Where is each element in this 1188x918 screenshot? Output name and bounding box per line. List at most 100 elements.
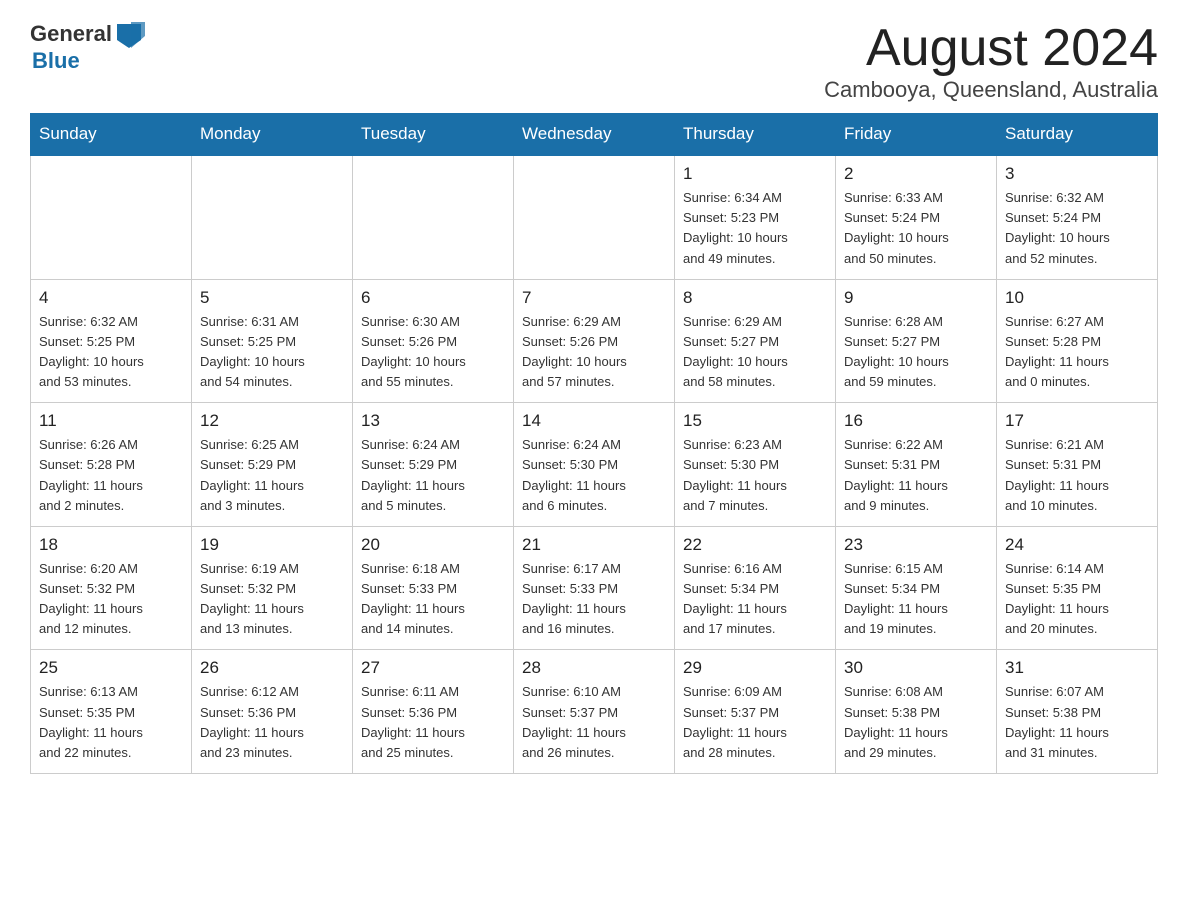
calendar-cell: 18Sunrise: 6:20 AMSunset: 5:32 PMDayligh… <box>31 526 192 650</box>
calendar-cell: 23 Sunrise: 6:15 AMSunset: 5:34 PMDayligh… <box>836 526 997 650</box>
location-text: Cambooya, Queensland, Australia <box>824 77 1158 103</box>
day-info: Sunrise: 6:12 AMSunset: 5:36 PMDaylight:… <box>200 682 344 763</box>
calendar-week-1: 1Sunrise: 6:34 AMSunset: 5:23 PMDaylight… <box>31 155 1158 279</box>
day-number: 10 <box>1005 288 1149 308</box>
logo-blue-text: Blue <box>32 48 80 74</box>
calendar-header-row: SundayMondayTuesdayWednesdayThursdayFrid… <box>31 114 1158 156</box>
logo: General Blue <box>30 20 146 74</box>
day-info: Sunrise: 6:32 AMSunset: 5:25 PMDaylight:… <box>39 312 183 393</box>
day-number: 2 <box>844 164 988 184</box>
month-title: August 2024 <box>824 20 1158 77</box>
day-number: 9 <box>844 288 988 308</box>
header-wednesday: Wednesday <box>514 114 675 156</box>
calendar-cell: 19Sunrise: 6:19 AMSunset: 5:32 PMDayligh… <box>192 526 353 650</box>
calendar-cell: 12 Sunrise: 6:25 AMSunset: 5:29 PMDayligh… <box>192 403 353 527</box>
day-number: 15 <box>683 411 827 431</box>
day-info: Sunrise: 6:24 AMSunset: 5:30 PMDaylight:… <box>522 435 666 516</box>
day-number: 30 <box>844 658 988 678</box>
day-info: Sunrise: 6:09 AMSunset: 5:37 PMDaylight:… <box>683 682 827 763</box>
calendar-cell <box>192 155 353 279</box>
logo-icon <box>113 20 145 48</box>
header-monday: Monday <box>192 114 353 156</box>
day-info: Sunrise: 6:24 AMSunset: 5:29 PMDaylight:… <box>361 435 505 516</box>
day-info: Sunrise: 6:27 AMSunset: 5:28 PMDaylight:… <box>1005 312 1149 393</box>
header-friday: Friday <box>836 114 997 156</box>
day-number: 21 <box>522 535 666 555</box>
day-number: 20 <box>361 535 505 555</box>
day-number: 16 <box>844 411 988 431</box>
day-number: 25 <box>39 658 183 678</box>
header-saturday: Saturday <box>997 114 1158 156</box>
calendar-cell: 22 Sunrise: 6:16 AMSunset: 5:34 PMDayligh… <box>675 526 836 650</box>
calendar-cell: 16 Sunrise: 6:22 AMSunset: 5:31 PMDayligh… <box>836 403 997 527</box>
day-info: Sunrise: 6:13 AMSunset: 5:35 PMDaylight:… <box>39 682 183 763</box>
day-number: 5 <box>200 288 344 308</box>
day-info: Sunrise: 6:28 AMSunset: 5:27 PMDaylight:… <box>844 312 988 393</box>
calendar-cell: 4 Sunrise: 6:32 AMSunset: 5:25 PMDaylight… <box>31 279 192 403</box>
calendar-cell: 1Sunrise: 6:34 AMSunset: 5:23 PMDaylight… <box>675 155 836 279</box>
calendar-cell: 28 Sunrise: 6:10 AMSunset: 5:37 PMDayligh… <box>514 650 675 774</box>
calendar-cell: 6 Sunrise: 6:30 AMSunset: 5:26 PMDaylight… <box>353 279 514 403</box>
day-number: 14 <box>522 411 666 431</box>
day-number: 8 <box>683 288 827 308</box>
day-info: Sunrise: 6:08 AMSunset: 5:38 PMDaylight:… <box>844 682 988 763</box>
calendar-cell: 13 Sunrise: 6:24 AMSunset: 5:29 PMDayligh… <box>353 403 514 527</box>
calendar-cell: 30 Sunrise: 6:08 AMSunset: 5:38 PMDayligh… <box>836 650 997 774</box>
calendar-week-3: 11 Sunrise: 6:26 AMSunset: 5:28 PMDayligh… <box>31 403 1158 527</box>
calendar-cell: 25 Sunrise: 6:13 AMSunset: 5:35 PMDayligh… <box>31 650 192 774</box>
day-info: Sunrise: 6:17 AMSunset: 5:33 PMDaylight:… <box>522 559 666 640</box>
day-number: 23 <box>844 535 988 555</box>
day-number: 4 <box>39 288 183 308</box>
day-info: Sunrise: 6:25 AMSunset: 5:29 PMDaylight:… <box>200 435 344 516</box>
header-thursday: Thursday <box>675 114 836 156</box>
day-number: 3 <box>1005 164 1149 184</box>
day-number: 22 <box>683 535 827 555</box>
calendar-cell: 5Sunrise: 6:31 AMSunset: 5:25 PMDaylight… <box>192 279 353 403</box>
day-number: 29 <box>683 658 827 678</box>
calendar-cell: 14 Sunrise: 6:24 AMSunset: 5:30 PMDayligh… <box>514 403 675 527</box>
day-number: 11 <box>39 411 183 431</box>
calendar-cell: 9 Sunrise: 6:28 AMSunset: 5:27 PMDaylight… <box>836 279 997 403</box>
day-info: Sunrise: 6:30 AMSunset: 5:26 PMDaylight:… <box>361 312 505 393</box>
day-info: Sunrise: 6:34 AMSunset: 5:23 PMDaylight:… <box>683 188 827 269</box>
calendar-cell: 21 Sunrise: 6:17 AMSunset: 5:33 PMDayligh… <box>514 526 675 650</box>
day-info: Sunrise: 6:15 AMSunset: 5:34 PMDaylight:… <box>844 559 988 640</box>
calendar-table: SundayMondayTuesdayWednesdayThursdayFrid… <box>30 113 1158 774</box>
calendar-week-4: 18Sunrise: 6:20 AMSunset: 5:32 PMDayligh… <box>31 526 1158 650</box>
logo-general-text: General <box>30 21 112 47</box>
day-info: Sunrise: 6:22 AMSunset: 5:31 PMDaylight:… <box>844 435 988 516</box>
calendar-cell: 17Sunrise: 6:21 AMSunset: 5:31 PMDayligh… <box>997 403 1158 527</box>
day-number: 13 <box>361 411 505 431</box>
day-number: 26 <box>200 658 344 678</box>
day-number: 12 <box>200 411 344 431</box>
day-info: Sunrise: 6:14 AMSunset: 5:35 PMDaylight:… <box>1005 559 1149 640</box>
day-number: 31 <box>1005 658 1149 678</box>
day-info: Sunrise: 6:33 AMSunset: 5:24 PMDaylight:… <box>844 188 988 269</box>
calendar-cell: 7 Sunrise: 6:29 AMSunset: 5:26 PMDaylight… <box>514 279 675 403</box>
day-info: Sunrise: 6:29 AMSunset: 5:26 PMDaylight:… <box>522 312 666 393</box>
day-info: Sunrise: 6:26 AMSunset: 5:28 PMDaylight:… <box>39 435 183 516</box>
header-tuesday: Tuesday <box>353 114 514 156</box>
day-info: Sunrise: 6:10 AMSunset: 5:37 PMDaylight:… <box>522 682 666 763</box>
calendar-cell: 8 Sunrise: 6:29 AMSunset: 5:27 PMDaylight… <box>675 279 836 403</box>
day-info: Sunrise: 6:07 AMSunset: 5:38 PMDaylight:… <box>1005 682 1149 763</box>
calendar-cell: 29 Sunrise: 6:09 AMSunset: 5:37 PMDayligh… <box>675 650 836 774</box>
day-info: Sunrise: 6:16 AMSunset: 5:34 PMDaylight:… <box>683 559 827 640</box>
day-info: Sunrise: 6:29 AMSunset: 5:27 PMDaylight:… <box>683 312 827 393</box>
calendar-cell: 20 Sunrise: 6:18 AMSunset: 5:33 PMDayligh… <box>353 526 514 650</box>
calendar-cell: 3Sunrise: 6:32 AMSunset: 5:24 PMDaylight… <box>997 155 1158 279</box>
day-number: 18 <box>39 535 183 555</box>
day-number: 17 <box>1005 411 1149 431</box>
day-number: 27 <box>361 658 505 678</box>
day-info: Sunrise: 6:23 AMSunset: 5:30 PMDaylight:… <box>683 435 827 516</box>
calendar-week-5: 25 Sunrise: 6:13 AMSunset: 5:35 PMDayligh… <box>31 650 1158 774</box>
calendar-cell: 24Sunrise: 6:14 AMSunset: 5:35 PMDayligh… <box>997 526 1158 650</box>
title-area: August 2024 Cambooya, Queensland, Austra… <box>824 20 1158 103</box>
calendar-cell: 15 Sunrise: 6:23 AMSunset: 5:30 PMDayligh… <box>675 403 836 527</box>
calendar-cell: 2 Sunrise: 6:33 AMSunset: 5:24 PMDaylight… <box>836 155 997 279</box>
day-number: 6 <box>361 288 505 308</box>
day-info: Sunrise: 6:18 AMSunset: 5:33 PMDaylight:… <box>361 559 505 640</box>
calendar-cell <box>353 155 514 279</box>
day-number: 28 <box>522 658 666 678</box>
day-number: 7 <box>522 288 666 308</box>
